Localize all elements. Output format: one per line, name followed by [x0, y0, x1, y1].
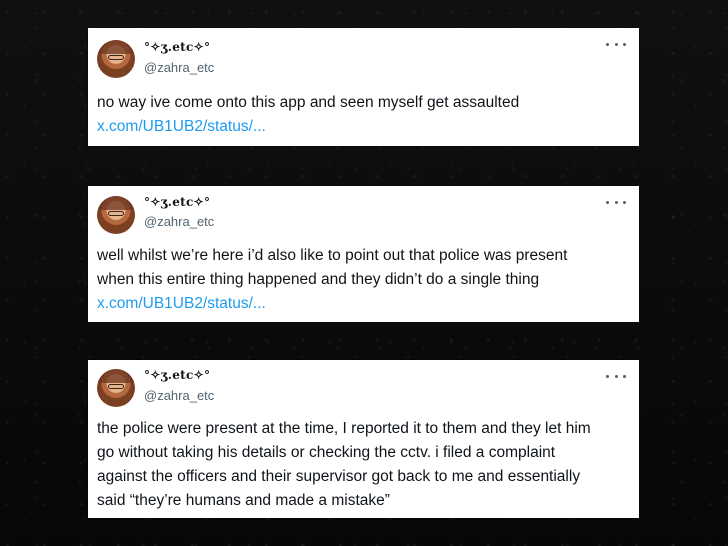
more-dot: [614, 374, 618, 378]
tweet-text: the police were present at the time, I r…: [97, 417, 627, 513]
avatar-hair: [97, 369, 135, 383]
tweet-text-line: against the officers and their superviso…: [97, 468, 581, 485]
avatar-glasses: [108, 211, 124, 216]
more-dot: [606, 374, 609, 378]
more-options-icon[interactable]: [606, 370, 626, 382]
tweet-link[interactable]: x.com/UB1UB2/status/...: [97, 115, 627, 139]
tweet-link[interactable]: x.com/UB1UB2/status/...: [97, 292, 627, 316]
avatar[interactable]: [97, 40, 135, 78]
tweet-text-line: the police were present at the time, I r…: [97, 420, 591, 437]
avatar[interactable]: [97, 196, 135, 234]
tweet-card[interactable]: °✧ʒ.etc✧° @zahra_etc well whilst we’re h…: [88, 186, 639, 322]
more-dot: [614, 200, 618, 204]
avatar-hair: [97, 196, 135, 210]
more-dot: [606, 42, 609, 46]
tweet-text: well whilst we’re here i’d also like to …: [97, 244, 627, 316]
more-dot: [623, 374, 626, 378]
tweet-card[interactable]: °✧ʒ.etc✧° @zahra_etc no way ive come ont…: [88, 28, 639, 146]
more-dot: [606, 200, 609, 204]
tweet-text-line: said “they’re humans and made a mistake”: [97, 492, 390, 509]
more-dot: [623, 42, 626, 46]
tweet-card[interactable]: °✧ʒ.etc✧° @zahra_etc the police were pre…: [88, 360, 639, 518]
display-name[interactable]: °✧ʒ.etc✧°: [144, 368, 210, 382]
display-name[interactable]: °✧ʒ.etc✧°: [144, 195, 210, 209]
tweet-text-line: when this entire thing happened and they…: [97, 271, 540, 288]
display-name[interactable]: °✧ʒ.etc✧°: [144, 40, 210, 54]
more-dot: [614, 42, 618, 46]
user-handle[interactable]: @zahra_etc: [144, 214, 214, 229]
more-options-icon[interactable]: [606, 38, 626, 50]
tweet-text: no way ive come onto this app and seen m…: [97, 91, 627, 139]
user-handle[interactable]: @zahra_etc: [144, 60, 214, 75]
user-handle[interactable]: @zahra_etc: [144, 388, 214, 403]
tweet-text-line: well whilst we’re here i’d also like to …: [97, 247, 568, 264]
more-dot: [623, 200, 626, 204]
more-options-icon[interactable]: [606, 196, 626, 208]
tweet-text-line: no way ive come onto this app and seen m…: [97, 94, 520, 111]
tweet-text-line: go without taking his details or checkin…: [97, 444, 556, 461]
avatar[interactable]: [97, 369, 135, 407]
avatar-hair: [97, 40, 135, 54]
avatar-glasses: [108, 55, 124, 60]
avatar-glasses: [108, 384, 124, 389]
